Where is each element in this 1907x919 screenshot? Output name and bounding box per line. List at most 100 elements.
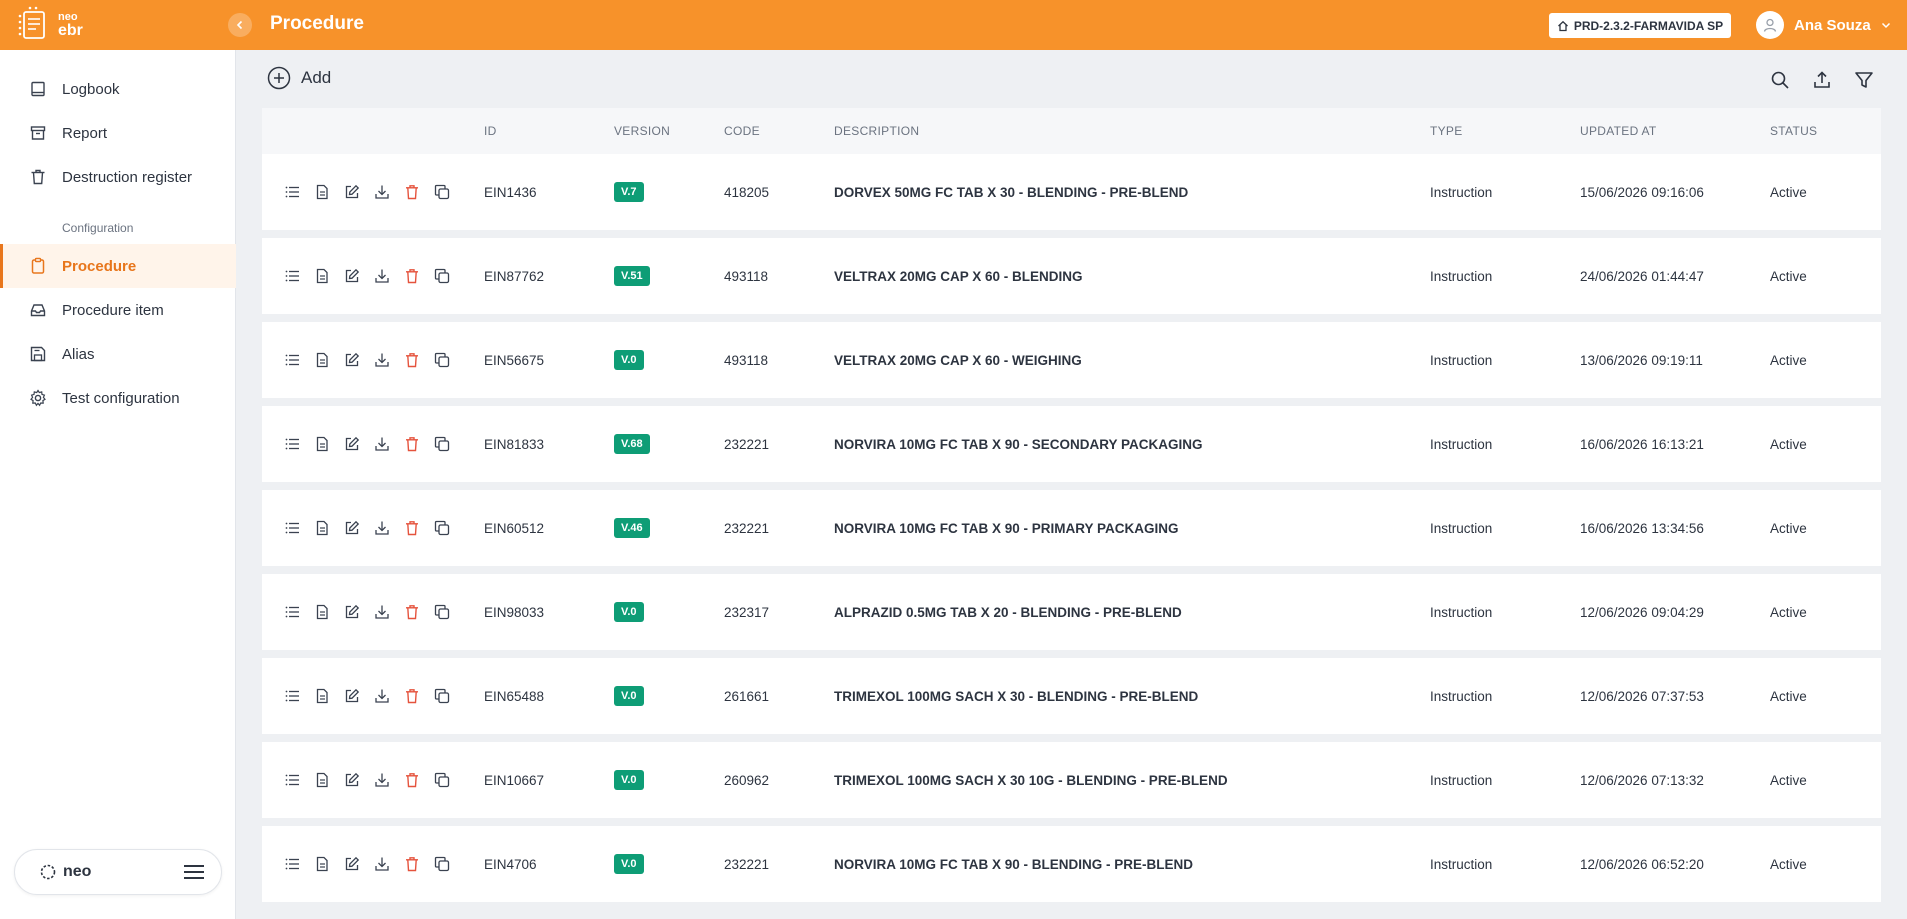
header-type[interactable]: TYPE	[1430, 124, 1580, 138]
environment-badge[interactable]: PRD-2.3.2-FARMAVIDA SP	[1549, 13, 1731, 38]
copy-icon[interactable]	[433, 771, 451, 789]
delete-icon[interactable]	[403, 519, 421, 537]
sidebar-item-logbook[interactable]: Logbook	[0, 67, 236, 111]
sidebar-item-destruction-register[interactable]: Destruction register	[0, 155, 236, 199]
logo-text-big: ebr	[58, 22, 83, 39]
cell-status: Active	[1770, 436, 1807, 452]
table-row[interactable]: EIN10667 V.0 260962 TRIMEXOL 100MG SACH …	[262, 742, 1881, 818]
list-icon[interactable]	[283, 771, 301, 789]
copy-icon[interactable]	[433, 351, 451, 369]
collapse-sidebar-button[interactable]	[228, 13, 252, 37]
delete-icon[interactable]	[403, 603, 421, 621]
neo-logo-icon	[40, 864, 56, 880]
delete-icon[interactable]	[403, 435, 421, 453]
table-row[interactable]: EIN65488 V.0 261661 TRIMEXOL 100MG SACH …	[262, 658, 1881, 734]
export-icon[interactable]	[1810, 68, 1834, 92]
search-icon[interactable]	[1768, 68, 1792, 92]
version-badge: V.0	[614, 350, 644, 370]
sidebar-item-report[interactable]: Report	[0, 111, 236, 155]
cell-code: 493118	[724, 268, 769, 284]
sidebar-item-alias[interactable]: Alias	[0, 332, 236, 376]
list-icon[interactable]	[283, 351, 301, 369]
download-icon[interactable]	[373, 351, 391, 369]
header-id[interactable]: ID	[484, 124, 614, 138]
cell-id: EIN81833	[484, 436, 545, 452]
download-icon[interactable]	[373, 603, 391, 621]
app-logo[interactable]: neo ebr	[16, 6, 83, 42]
table-row[interactable]: EIN56675 V.0 493118 VELTRAX 20MG CAP X 6…	[262, 322, 1881, 398]
copy-icon[interactable]	[433, 855, 451, 873]
sidebar-item-procedure-item[interactable]: Procedure item	[0, 288, 236, 332]
sidebar-item-test-configuration[interactable]: Test configuration	[0, 376, 236, 420]
table-row[interactable]: EIN98033 V.0 232317 ALPRAZID 0.5MG TAB X…	[262, 574, 1881, 650]
copy-icon[interactable]	[433, 183, 451, 201]
table-row[interactable]: EIN1436 V.7 418205 DORVEX 50MG FC TAB X …	[262, 154, 1881, 230]
header-status[interactable]: STATUS	[1770, 124, 1881, 138]
header-version[interactable]: VERSION	[614, 124, 724, 138]
edit-icon[interactable]	[343, 687, 361, 705]
download-icon[interactable]	[373, 183, 391, 201]
header-description[interactable]: DESCRIPTION	[834, 124, 1430, 138]
edit-icon[interactable]	[343, 267, 361, 285]
delete-icon[interactable]	[403, 771, 421, 789]
download-icon[interactable]	[373, 855, 391, 873]
clipboard-icon	[28, 256, 48, 276]
edit-icon[interactable]	[343, 855, 361, 873]
cell-status: Active	[1770, 520, 1807, 536]
document-icon[interactable]	[313, 183, 331, 201]
delete-icon[interactable]	[403, 267, 421, 285]
delete-icon[interactable]	[403, 183, 421, 201]
list-icon[interactable]	[283, 435, 301, 453]
inbox-icon	[28, 300, 48, 320]
document-icon[interactable]	[313, 855, 331, 873]
edit-icon[interactable]	[343, 519, 361, 537]
row-actions	[262, 855, 484, 873]
cell-code: 261661	[724, 688, 770, 704]
cell-description: NORVIRA 10MG FC TAB X 90 - BLENDING - PR…	[834, 856, 1194, 872]
copy-icon[interactable]	[433, 687, 451, 705]
download-icon[interactable]	[373, 771, 391, 789]
document-icon[interactable]	[313, 687, 331, 705]
document-icon[interactable]	[313, 519, 331, 537]
user-menu[interactable]: Ana Souza	[1756, 11, 1891, 39]
filter-icon[interactable]	[1852, 68, 1876, 92]
download-icon[interactable]	[373, 687, 391, 705]
download-icon[interactable]	[373, 519, 391, 537]
list-icon[interactable]	[283, 267, 301, 285]
table-row[interactable]: EIN81833 V.68 232221 NORVIRA 10MG FC TAB…	[262, 406, 1881, 482]
add-button[interactable]: Add	[267, 66, 331, 90]
sidebar-item-procedure[interactable]: Procedure	[0, 244, 236, 288]
list-icon[interactable]	[283, 519, 301, 537]
cell-updated-at: 13/06/2026 09:19:11	[1580, 352, 1703, 368]
document-icon[interactable]	[313, 435, 331, 453]
edit-icon[interactable]	[343, 183, 361, 201]
copy-icon[interactable]	[433, 603, 451, 621]
hamburger-menu-icon[interactable]	[183, 864, 205, 880]
list-icon[interactable]	[283, 687, 301, 705]
header-updated-at[interactable]: UPDATED AT	[1580, 124, 1770, 138]
list-icon[interactable]	[283, 183, 301, 201]
document-icon[interactable]	[313, 603, 331, 621]
download-icon[interactable]	[373, 435, 391, 453]
edit-icon[interactable]	[343, 771, 361, 789]
header-code[interactable]: CODE	[724, 124, 834, 138]
list-icon[interactable]	[283, 855, 301, 873]
table-row[interactable]: EIN4706 V.0 232221 NORVIRA 10MG FC TAB X…	[262, 826, 1881, 902]
table-row[interactable]: EIN87762 V.51 493118 VELTRAX 20MG CAP X …	[262, 238, 1881, 314]
document-icon[interactable]	[313, 351, 331, 369]
cell-status: Active	[1770, 268, 1807, 284]
download-icon[interactable]	[373, 267, 391, 285]
delete-icon[interactable]	[403, 351, 421, 369]
list-icon[interactable]	[283, 603, 301, 621]
delete-icon[interactable]	[403, 855, 421, 873]
document-icon[interactable]	[313, 267, 331, 285]
edit-icon[interactable]	[343, 351, 361, 369]
edit-icon[interactable]	[343, 603, 361, 621]
document-icon[interactable]	[313, 771, 331, 789]
copy-icon[interactable]	[433, 267, 451, 285]
copy-icon[interactable]	[433, 519, 451, 537]
edit-icon[interactable]	[343, 435, 361, 453]
delete-icon[interactable]	[403, 687, 421, 705]
copy-icon[interactable]	[433, 435, 451, 453]
table-row[interactable]: EIN60512 V.46 232221 NORVIRA 10MG FC TAB…	[262, 490, 1881, 566]
